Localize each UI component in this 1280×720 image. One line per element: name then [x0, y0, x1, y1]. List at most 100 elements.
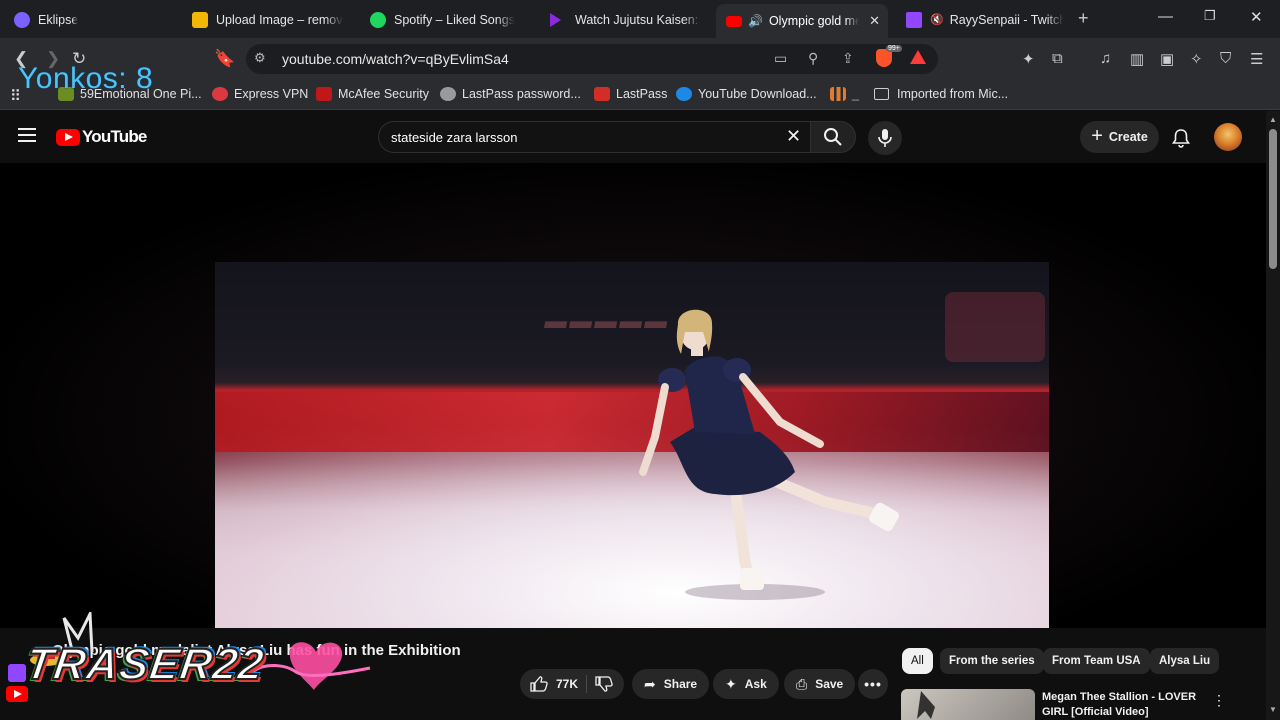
- bookmark-mcafee[interactable]: McAfee Security: [316, 87, 429, 101]
- recommended-video-title[interactable]: Megan Thee Stallion - LOVER GIRL [Offici…: [1042, 690, 1202, 720]
- address-toolbar: ❮ ❯ ↻ 🔖 ⚙ youtube.com/watch?v=qByEvlimSa…: [0, 38, 1280, 80]
- bookmark-label: LastPass: [616, 87, 668, 101]
- folder-icon: [874, 88, 889, 100]
- bookmark-lastpass[interactable]: LastPass: [594, 87, 667, 101]
- tab-youtube-active[interactable]: 🔊 Olympic gold me ✕: [716, 4, 888, 38]
- tab-label: RayySenpaii - Twitch: [949, 12, 1064, 27]
- chip-from-the-series[interactable]: From the series: [940, 648, 1044, 674]
- clear-search-icon[interactable]: ✕: [786, 126, 801, 147]
- save-button[interactable]: ⎙ Save: [784, 669, 856, 699]
- tab-jujutsu-kaisen[interactable]: Watch Jujutsu Kaisen: Th: [540, 5, 712, 34]
- save-bookmark-icon: ⎙: [796, 675, 808, 692]
- wallet-icon[interactable]: ▣: [1160, 50, 1174, 68]
- scroll-up-arrow-icon[interactable]: ▲: [1269, 115, 1277, 124]
- search-icon: [824, 128, 842, 146]
- tab-upload-image[interactable]: Upload Image – remove: [182, 5, 354, 34]
- search-button[interactable]: [810, 121, 856, 153]
- bookmark-label: YouTube Download...: [698, 87, 817, 101]
- share-arrow-icon: ➦: [644, 675, 656, 692]
- bookmark-imported-folder[interactable]: Imported from Mic...: [874, 87, 1008, 101]
- more-actions-button[interactable]: •••: [858, 669, 888, 699]
- streamer-name-text: TRASER22: [22, 639, 269, 690]
- tab-label: Spotify – Liked Songs: [394, 12, 515, 27]
- bookmark-express-vpn[interactable]: Express VPN: [212, 87, 308, 101]
- chip-alysa-liu[interactable]: Alysa Liu: [1150, 648, 1220, 674]
- plus-icon: +: [1091, 124, 1103, 147]
- search-query: stateside zara larsson: [391, 129, 518, 145]
- close-tab-icon[interactable]: ✕: [869, 13, 880, 29]
- upload-image-icon: [192, 11, 208, 28]
- maximize-button[interactable]: ❐: [1204, 8, 1216, 24]
- scrollbar-thumb[interactable]: [1269, 129, 1277, 269]
- extensions-icon[interactable]: ✦: [1022, 50, 1035, 68]
- tab-bar: Eklipse Upload Image – remove Spotify – …: [0, 0, 1280, 38]
- youtube-logo[interactable]: YouTube: [56, 127, 147, 147]
- vpn-icon[interactable]: ⛉: [1220, 50, 1231, 67]
- notifications-bell-icon[interactable]: [1172, 128, 1190, 148]
- ask-button[interactable]: ✦ Ask: [713, 669, 779, 699]
- create-button[interactable]: + Create: [1080, 121, 1159, 153]
- globe-icon: [440, 87, 456, 101]
- video-frame[interactable]: ▬▬▬▬▬: [215, 262, 1049, 628]
- stream-overlay-counter: Yonkos: 8: [18, 62, 154, 95]
- page-scrollbar[interactable]: ▲ ▼: [1266, 111, 1280, 720]
- thumbnail-image: [901, 689, 1035, 720]
- brave-rewards-icon[interactable]: [910, 50, 926, 64]
- address-bar[interactable]: ⚙ youtube.com/watch?v=qByEvlimSa4 ▭ ⚲ ⇪ …: [246, 44, 938, 74]
- zoom-icon[interactable]: ⚲: [808, 50, 818, 67]
- youtube-logo-text: YouTube: [82, 127, 147, 146]
- create-label: Create: [1108, 130, 1148, 144]
- share-icon[interactable]: ⇪: [842, 50, 854, 67]
- thumbs-up-icon: [530, 676, 548, 692]
- url-text[interactable]: youtube.com/watch?v=qByEvlimSa4: [282, 51, 509, 67]
- tab-label: Olympic gold me: [768, 14, 859, 28]
- chip-all[interactable]: All: [902, 648, 933, 674]
- youtube-header: YouTube stateside zara larsson ✕ + Creat…: [0, 111, 1266, 163]
- account-avatar[interactable]: [1214, 123, 1242, 151]
- expressvpn-icon: [212, 87, 228, 101]
- youtube-icon: [726, 15, 742, 27]
- video-player[interactable]: ▬▬▬▬▬: [0, 163, 1266, 628]
- bookmark-bars[interactable]: _: [830, 87, 859, 101]
- lastpass-icon: [594, 87, 610, 101]
- bookmark-lastpass-password[interactable]: LastPass password...: [440, 87, 581, 101]
- bookmark-label: Imported from Mic...: [897, 87, 1009, 101]
- figure-skater-image: [639, 309, 899, 600]
- cast-icon[interactable]: ▭: [774, 50, 787, 67]
- download-icon: [676, 87, 692, 101]
- bookmark-label: LastPass password...: [462, 87, 581, 101]
- media-icon[interactable]: ♫: [1100, 50, 1111, 67]
- recommendation-menu-icon[interactable]: ⋮: [1212, 692, 1226, 709]
- tab-twitch[interactable]: 🔇 RayySenpaii - Twitch: [896, 5, 1074, 34]
- like-button[interactable]: 77K: [530, 676, 578, 692]
- microphone-icon: [878, 129, 892, 147]
- share-button[interactable]: ➦ Share: [632, 669, 710, 699]
- save-label: Save: [815, 677, 844, 691]
- dislike-button[interactable]: [595, 676, 613, 692]
- screenshot-icon[interactable]: ⧉: [1052, 50, 1063, 67]
- muted-icon[interactable]: 🔇: [930, 13, 944, 26]
- youtube-play-icon: [56, 128, 80, 146]
- new-tab-button[interactable]: +: [1078, 8, 1089, 29]
- leo-ai-icon[interactable]: ✧: [1190, 50, 1203, 68]
- site-settings-icon[interactable]: ⚙: [254, 50, 266, 66]
- recommended-video-thumbnail[interactable]: [901, 689, 1035, 720]
- bookmark-label: Express VPN: [234, 87, 309, 101]
- eklipse-icon: [14, 11, 30, 28]
- chip-from-team-usa[interactable]: From Team USA: [1043, 648, 1150, 674]
- close-window-button[interactable]: ✕: [1250, 8, 1263, 26]
- guide-menu-icon[interactable]: [18, 128, 36, 146]
- tab-eklipse[interactable]: Eklipse: [4, 5, 184, 34]
- sidebar-icon[interactable]: ▥: [1130, 50, 1144, 68]
- bookmark-icon[interactable]: 🔖: [214, 49, 235, 69]
- bookmarks-bar: ⠿ 59Emotional One Pi... Express VPN McAf…: [0, 80, 1280, 110]
- audio-playing-icon[interactable]: 🔊: [748, 14, 763, 28]
- twitch-icon: [906, 11, 922, 28]
- minimize-button[interactable]: —: [1158, 8, 1173, 25]
- menu-icon[interactable]: ☰: [1250, 50, 1263, 68]
- search-input[interactable]: stateside zara larsson: [378, 121, 810, 153]
- voice-search-button[interactable]: [868, 121, 902, 155]
- bookmark-youtube-downloader[interactable]: YouTube Download...: [676, 87, 817, 101]
- tab-spotify[interactable]: Spotify – Liked Songs: [360, 5, 532, 34]
- scroll-down-arrow-icon[interactable]: ▼: [1269, 705, 1277, 714]
